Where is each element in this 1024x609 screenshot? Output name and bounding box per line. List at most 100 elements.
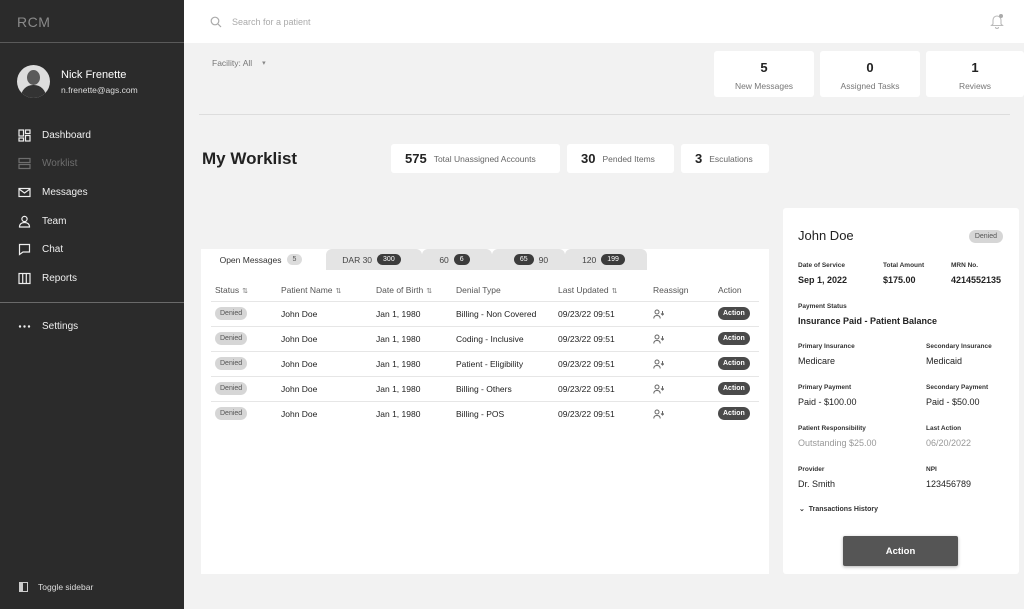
search-input[interactable]	[232, 16, 532, 27]
tab-90[interactable]: 65 90	[492, 249, 565, 270]
row-action-button[interactable]: Action	[718, 332, 750, 345]
transactions-history-toggle[interactable]: ⌄ Transactions History	[799, 505, 878, 513]
detail-status-badge: Denied	[968, 230, 1003, 243]
table-row[interactable]: Denied John Doe Jan 1, 1980 Patient - El…	[211, 350, 759, 376]
user-profile[interactable]: Nick Frenette n.frenette@ags.com	[0, 43, 184, 103]
field-primary-insurance: Primary Insurance Medicare	[798, 343, 855, 366]
worklist-table: Status ⇅ Patient Name ⇅ Date of Birth ⇅ Den…	[211, 280, 759, 426]
sidebar-item-chat[interactable]: Chat	[0, 235, 184, 264]
row-action-button[interactable]: Action	[718, 382, 750, 395]
sidebar-item-settings[interactable]: Settings	[0, 313, 184, 342]
date-of-birth: Jan 1, 1980	[372, 350, 452, 376]
summary-value: 3	[695, 151, 703, 166]
field-provider: Provider Dr. Smith	[798, 466, 836, 489]
denial-type: Billing - POS	[452, 400, 554, 426]
sidebar: RCM Nick Frenette n.frenette@ags.com Das…	[0, 0, 184, 609]
table-header-row: Status ⇅ Patient Name ⇅ Date of Birth ⇅ Den…	[211, 280, 759, 301]
summary-value: 30	[581, 151, 596, 166]
column-header-action: Action	[718, 285, 742, 296]
row-action-button[interactable]: Action	[718, 357, 750, 370]
user-email: n.frenette@ags.com	[61, 84, 138, 95]
transactions-history-label: Transactions History	[808, 506, 879, 513]
summary-unassigned-accounts[interactable]: 575 Total Unassigned Accounts	[391, 144, 560, 173]
sidebar-item-reports[interactable]: Reports	[0, 264, 184, 293]
chat-icon	[18, 243, 31, 256]
table-row[interactable]: Denied John Doe Jan 1, 1980 Coding - Inc…	[211, 325, 759, 351]
facility-filter[interactable]: Facility: All ▾	[212, 58, 266, 68]
row-action-button[interactable]: Action	[718, 407, 750, 421]
sidebar-item-label: Chat	[42, 244, 64, 256]
field-date-of-service: Date of Service Sep 1, 2022	[798, 262, 848, 285]
toggle-sidebar-label: Toggle sidebar	[38, 582, 94, 592]
tab-60[interactable]: 60 6	[422, 249, 492, 270]
sidebar-item-label: Reports	[42, 272, 78, 284]
tab-open-messages[interactable]: Open Messages 5	[201, 249, 326, 270]
last-updated: 09/23/22 09:51	[554, 350, 649, 376]
reassign-user-icon[interactable]	[653, 334, 665, 344]
sidebar-nav: Dashboard Worklist Messages Team Chat Re…	[0, 121, 184, 293]
tab-120[interactable]: 120 199	[565, 249, 647, 270]
worklist-panel: Open Messages 5 DAR 30 300 60 6 65 90 12…	[201, 249, 769, 574]
sort-icon: ⇅	[611, 288, 618, 296]
column-header-last-updated[interactable]: Last Updated ⇅	[554, 280, 649, 301]
reassign-user-icon[interactable]	[653, 409, 665, 419]
field-secondary-payment: Secondary Payment Paid - $50.00	[926, 384, 989, 407]
reassign-user-icon[interactable]	[653, 309, 665, 319]
summary-label: Esculations	[709, 153, 753, 164]
tab-dar-30[interactable]: DAR 30 300	[326, 249, 422, 270]
column-header-patient-name[interactable]: Patient Name ⇅	[277, 280, 372, 301]
sidebar-item-dashboard[interactable]: Dashboard	[0, 121, 184, 150]
column-header-denial-type: Denial Type	[456, 285, 501, 296]
tab-count-badge: 65	[513, 254, 534, 265]
sidebar-item-team[interactable]: Team	[0, 207, 184, 236]
tab-count-badge: 6	[453, 254, 470, 265]
chevron-down-icon: ⌄	[799, 506, 805, 513]
stat-value: 0	[866, 60, 874, 75]
tab-count-badge: 5	[286, 254, 303, 265]
messages-icon	[18, 186, 31, 199]
reassign-user-icon[interactable]	[653, 359, 665, 369]
topbar	[184, 0, 1024, 43]
stat-label: Reviews	[958, 81, 992, 91]
worklist-icon	[18, 157, 31, 170]
table-row[interactable]: Denied John Doe Jan 1, 1980 Billing - PO…	[211, 400, 759, 426]
patient-name: John Doe	[277, 400, 372, 426]
denial-type: Coding - Inclusive	[452, 325, 554, 351]
stat-reviews[interactable]: 1 Reviews	[926, 51, 1024, 97]
brand-logo: RCM	[0, 0, 184, 43]
field-secondary-insurance: Secondary Insurance Medicaid	[926, 343, 992, 366]
date-of-birth: Jan 1, 1980	[372, 300, 452, 326]
sidebar-item-worklist[interactable]: Worklist	[0, 150, 184, 179]
last-updated: 09/23/22 09:51	[554, 375, 649, 401]
toggle-sidebar-button[interactable]: Toggle sidebar	[19, 582, 93, 592]
tab-label: 90	[538, 254, 549, 265]
sidebar-item-label: Settings	[42, 321, 79, 333]
reports-icon	[18, 272, 31, 285]
tab-label: DAR 30	[342, 254, 373, 265]
patient-name: John Doe	[277, 300, 372, 326]
summary-label: Total Unassigned Accounts	[433, 153, 536, 164]
tab-label: Open Messages	[219, 254, 282, 265]
summary-pended-items[interactable]: 30 Pended Items	[567, 144, 674, 173]
patient-name: John Doe	[277, 350, 372, 376]
column-header-date-of-birth[interactable]: Date of Birth ⇅	[372, 280, 452, 301]
last-updated: 09/23/22 09:51	[554, 300, 649, 326]
stat-new-messages[interactable]: 5 New Messages	[714, 51, 814, 97]
last-updated: 09/23/22 09:51	[554, 325, 649, 351]
row-action-button[interactable]: Action	[718, 307, 750, 320]
tab-count-badge: 199	[601, 254, 625, 265]
stat-assigned-tasks[interactable]: 0 Assigned Tasks	[820, 51, 920, 97]
sidebar-item-label: Dashboard	[42, 129, 91, 141]
summary-value: 575	[405, 151, 427, 166]
summary-escalations[interactable]: 3 Esculations	[681, 144, 769, 173]
detail-patient-name: John Doe	[798, 228, 854, 243]
table-row[interactable]: Denied John Doe Jan 1, 1980 Billing - Ot…	[211, 375, 759, 401]
bell-icon[interactable]	[990, 13, 1004, 29]
detail-action-button[interactable]: Action	[843, 536, 958, 566]
reassign-user-icon[interactable]	[653, 384, 665, 394]
sidebar-item-messages[interactable]: Messages	[0, 178, 184, 207]
sort-icon: ⇅	[426, 288, 433, 296]
column-header-status[interactable]: Status ⇅	[211, 280, 277, 301]
status-badge: Denied	[215, 332, 248, 345]
table-row[interactable]: Denied John Doe Jan 1, 1980 Billing - No…	[211, 300, 759, 326]
